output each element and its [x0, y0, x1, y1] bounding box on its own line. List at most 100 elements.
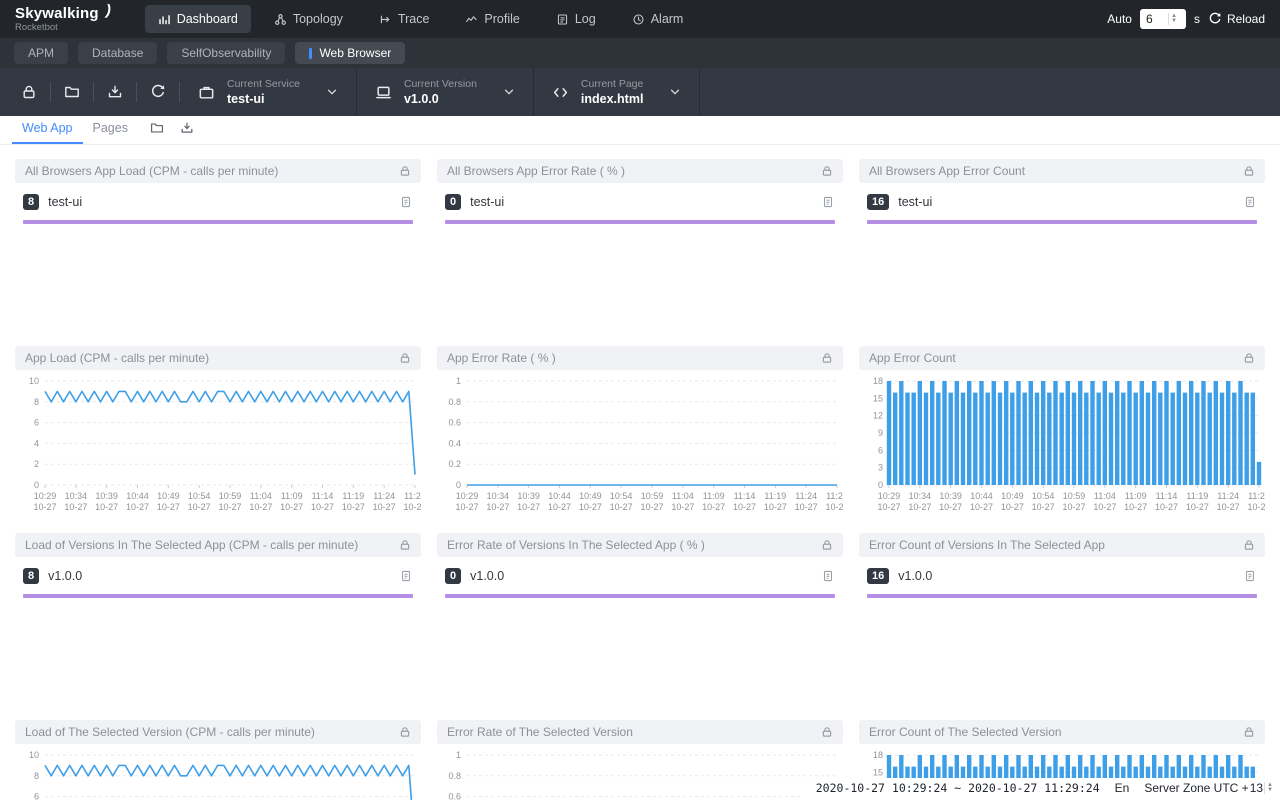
svg-text:10-27: 10-27	[1093, 502, 1116, 512]
app-logo[interactable]: Skywalking) Rocketbot	[15, 6, 109, 33]
tab-label: SelfObservability	[181, 46, 271, 60]
lock-icon[interactable]	[1243, 165, 1255, 177]
svg-text:11:19: 11:19	[342, 491, 364, 501]
refresh-icon	[1208, 12, 1222, 26]
card-header: All Browsers App Error Rate ( % )	[437, 159, 843, 183]
dashboard-toolbar: Current Service test-ui Current Version …	[0, 68, 1280, 116]
lock-icon[interactable]	[1243, 352, 1255, 364]
card-body: 0 test-ui	[437, 183, 843, 224]
lock-icon[interactable]	[821, 539, 833, 551]
current-version-selector[interactable]: Current Version v1.0.0	[357, 78, 533, 106]
lock-icon[interactable]	[821, 165, 833, 177]
svg-text:10-27: 10-27	[64, 502, 87, 512]
lock-edit-button[interactable]	[8, 84, 50, 100]
lock-icon[interactable]	[399, 165, 411, 177]
template-folder-button[interactable]	[51, 84, 93, 100]
download-icon[interactable]	[180, 121, 194, 135]
clipboard-icon[interactable]	[821, 569, 835, 583]
tab-apm[interactable]: APM	[14, 42, 68, 64]
clipboard-icon[interactable]	[1243, 569, 1257, 583]
svg-text:10:49: 10:49	[1001, 491, 1024, 501]
svg-text:10-27: 10-27	[908, 502, 931, 512]
tab-tools	[150, 121, 194, 135]
svg-text:4: 4	[34, 438, 39, 448]
svg-text:3: 3	[878, 463, 883, 473]
svg-text:11:04: 11:04	[250, 491, 272, 501]
tab-pages[interactable]: Pages	[83, 115, 138, 144]
clipboard-icon[interactable]	[821, 195, 835, 209]
folder-icon[interactable]	[150, 121, 164, 135]
svg-text:10-27: 10-27	[671, 502, 694, 512]
nav-profile[interactable]: Profile	[452, 5, 532, 33]
version-select-row[interactable]: 8 v1.0.0	[23, 568, 413, 584]
service-select-row[interactable]: 8 test-ui	[23, 194, 413, 210]
value-badge: 0	[445, 568, 461, 584]
tab-database[interactable]: Database	[78, 42, 157, 64]
tab-web-app[interactable]: Web App	[12, 115, 83, 144]
lock-icon[interactable]	[821, 726, 833, 738]
version-name: v1.0.0	[48, 569, 82, 583]
svg-text:10-27: 10-27	[970, 502, 993, 512]
svg-text:11:04: 11:04	[1094, 491, 1116, 501]
svg-text:11:29: 11:29	[1248, 491, 1265, 501]
current-service-selector[interactable]: Current Service test-ui	[180, 78, 356, 106]
card-header: Load of The Selected Version (CPM - call…	[15, 720, 421, 744]
time-range-picker[interactable]: 2020-10-27 10:29:24 ~ 2020-10-27 11:29:2…	[816, 781, 1100, 795]
svg-text:10:29: 10:29	[34, 491, 57, 501]
log-icon	[556, 13, 569, 26]
version-select-row[interactable]: 16 v1.0.0	[867, 568, 1257, 584]
svg-text:10-27: 10-27	[403, 502, 421, 512]
selector-underline	[23, 594, 413, 598]
folder-icon	[64, 84, 80, 100]
clipboard-icon[interactable]	[399, 569, 413, 583]
language-toggle[interactable]: En	[1115, 781, 1130, 795]
auto-refresh-stepper[interactable]: ▲▼	[1168, 13, 1179, 25]
svg-text:10:44: 10:44	[126, 491, 149, 501]
card-title: App Load (CPM - calls per minute)	[25, 351, 209, 365]
reload-button[interactable]: Reload	[1208, 12, 1265, 26]
tab-selfobservability[interactable]: SelfObservability	[167, 42, 285, 64]
nav-trace[interactable]: Trace	[366, 5, 443, 33]
svg-text:0: 0	[34, 480, 39, 490]
refresh-templates-button[interactable]	[137, 84, 179, 100]
clipboard-icon[interactable]	[399, 195, 413, 209]
svg-text:10-27: 10-27	[1124, 502, 1147, 512]
lock-icon[interactable]	[1243, 539, 1255, 551]
page-tabs-row: Web App Pages	[0, 116, 1280, 145]
service-select-row[interactable]: 0 test-ui	[445, 194, 835, 210]
clipboard-icon[interactable]	[1243, 195, 1257, 209]
svg-text:11:14: 11:14	[734, 491, 756, 501]
version-select-row[interactable]: 0 v1.0.0	[445, 568, 835, 584]
nav-alarm[interactable]: Alarm	[619, 5, 697, 33]
lock-icon[interactable]	[399, 726, 411, 738]
server-zone-control: Server Zone UTC + 13 ▲▼	[1144, 781, 1275, 795]
svg-text:0.4: 0.4	[448, 438, 461, 448]
lock-icon[interactable]	[399, 352, 411, 364]
card-title: Error Rate of Versions In The Selected A…	[447, 538, 705, 552]
card-title: All Browsers App Error Rate ( % )	[447, 164, 625, 178]
svg-text:10: 10	[29, 376, 39, 386]
lock-icon[interactable]	[1243, 726, 1255, 738]
nav-dashboard[interactable]: Dashboard	[145, 5, 251, 33]
service-select-row[interactable]: 16 test-ui	[867, 194, 1257, 210]
server-zone-stepper[interactable]: ▲▼	[1264, 782, 1275, 794]
tab-web-browser[interactable]: Web Browser	[295, 42, 405, 64]
auto-refresh-input[interactable]	[1140, 12, 1168, 26]
card-app-error-count-chart: App Error Count 036912151810:2910-2710:3…	[859, 346, 1265, 531]
server-zone-label: Server Zone UTC +	[1144, 781, 1248, 795]
card-header: Error Count of Versions In The Selected …	[859, 533, 1265, 557]
lock-icon[interactable]	[821, 352, 833, 364]
import-button[interactable]	[94, 84, 136, 100]
svg-text:10-27: 10-27	[311, 502, 334, 512]
auto-refresh-input-wrap: ▲▼	[1140, 9, 1186, 29]
lock-icon[interactable]	[399, 539, 411, 551]
service-name: test-ui	[470, 195, 504, 209]
laptop-icon	[375, 84, 392, 101]
card-title: App Error Rate ( % )	[447, 351, 556, 365]
nav-log[interactable]: Log	[543, 5, 609, 33]
svg-text:10:39: 10:39	[939, 491, 962, 501]
nav-topology[interactable]: Topology	[261, 5, 356, 33]
svg-text:11:24: 11:24	[373, 491, 395, 501]
current-page-selector[interactable]: Current Page index.html	[534, 78, 700, 106]
rocket-swoosh-icon: )	[104, 2, 112, 18]
